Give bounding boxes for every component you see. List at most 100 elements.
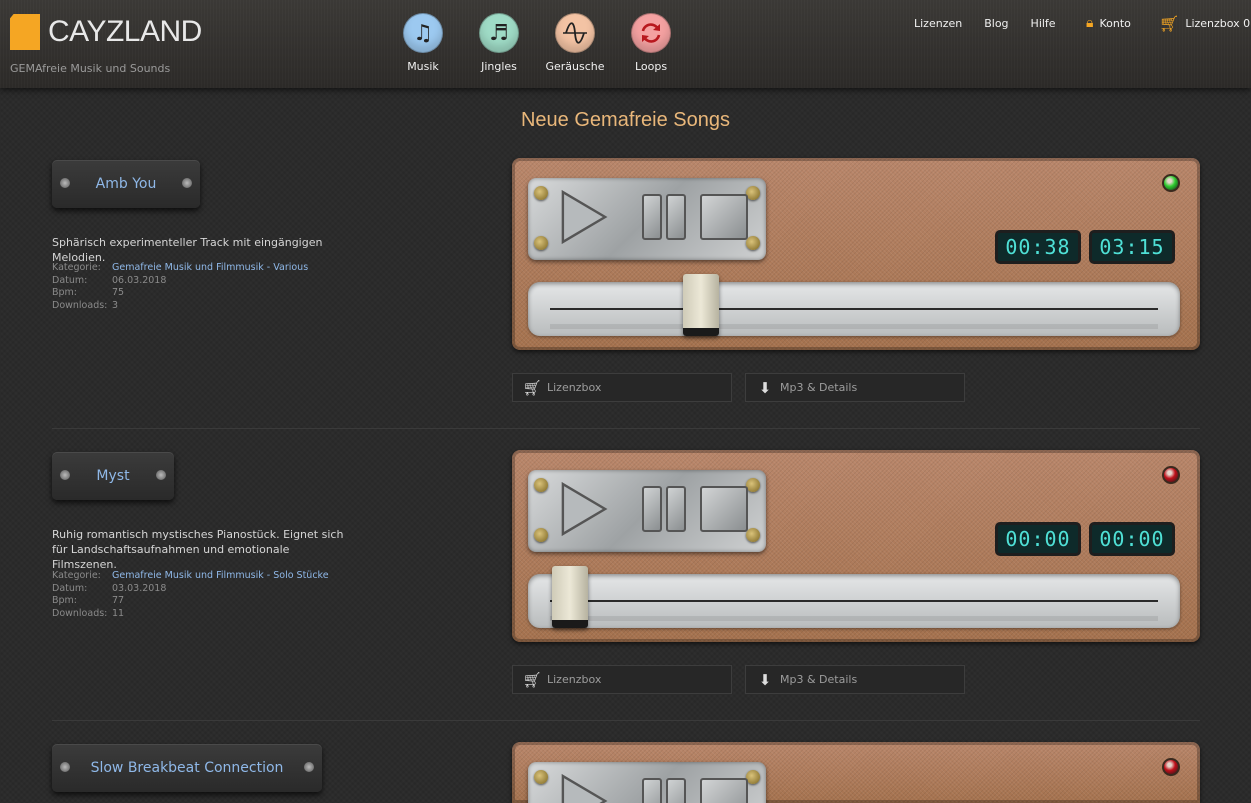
- pause-button[interactable]: [640, 192, 688, 242]
- play-button[interactable]: [560, 773, 608, 803]
- pause-button[interactable]: [640, 776, 688, 803]
- elapsed-time-display: 00:38: [995, 230, 1081, 264]
- screw-icon: [182, 178, 192, 188]
- page-title: Neue Gemafreie Songs: [520, 109, 730, 131]
- download-arrow-icon: ⬇: [758, 378, 772, 397]
- nav-hilfe[interactable]: Hilfe: [1031, 17, 1056, 30]
- nav-blog[interactable]: Blog: [984, 17, 1008, 30]
- wave-icon: [555, 13, 595, 53]
- play-icon: [561, 481, 608, 537]
- category-musik[interactable]: ♫ Musik: [385, 13, 461, 73]
- song-title-plate[interactable]: Myst: [52, 452, 174, 500]
- screw-icon: [534, 770, 548, 784]
- screw-icon: [304, 762, 314, 772]
- song-title: Amb You: [95, 176, 157, 192]
- meta-key: Datum:: [52, 274, 88, 286]
- cart-link[interactable]: 🛒︎ Lizenzbox 0: [1159, 14, 1250, 33]
- play-icon: [561, 773, 608, 803]
- play-button[interactable]: [560, 189, 608, 245]
- pause-bar: [666, 486, 686, 532]
- meta-downloads: 11: [112, 607, 125, 619]
- stop-icon: [700, 778, 748, 803]
- meta-key: Kategorie:: [52, 570, 101, 581]
- lizenzbox-button[interactable]: 🛒︎ Lizenzbox: [512, 665, 732, 694]
- meta-bpm: 77: [112, 595, 125, 606]
- elapsed-time-display: 00:00: [995, 522, 1081, 556]
- category-jingles[interactable]: ♬ Jingles: [461, 13, 537, 73]
- play-icon: [561, 189, 608, 245]
- logo-mark-icon: [10, 14, 40, 50]
- logo-text: CAYZLAND: [48, 15, 202, 48]
- category-link[interactable]: Gemafreie Musik und Filmmusik - Solo Stü…: [112, 570, 329, 583]
- category-label: Loops: [634, 60, 668, 73]
- screw-icon: [534, 528, 548, 542]
- slider-groove: [550, 616, 1158, 621]
- category-loops[interactable]: Loops: [613, 13, 689, 73]
- meta-key: Datum:: [52, 582, 88, 594]
- screw-icon: [534, 236, 548, 250]
- mp3-details-button[interactable]: ⬇ Mp3 & Details: [745, 373, 965, 402]
- account-link[interactable]: 🔒︎ Konto: [1086, 15, 1131, 31]
- slider-groove: [550, 324, 1158, 329]
- status-led: [1162, 466, 1180, 484]
- download-arrow-icon: ⬇: [758, 670, 772, 689]
- progress-slider[interactable]: [528, 566, 1180, 628]
- category-label: Jingles: [481, 60, 517, 73]
- nav-lizenzen[interactable]: Lizenzen: [914, 17, 962, 30]
- slider-thumb[interactable]: [552, 566, 588, 628]
- lizenzbox-label: Lizenzbox: [547, 381, 602, 394]
- song-title: Slow Breakbeat Connection: [90, 760, 284, 776]
- meta-bpm: 75: [112, 287, 125, 298]
- screw-icon: [60, 178, 70, 188]
- progress-slider[interactable]: [528, 274, 1180, 336]
- control-panel: [528, 762, 766, 803]
- stop-button[interactable]: [700, 484, 748, 534]
- mp3-details-label: Mp3 & Details: [780, 381, 858, 394]
- logo[interactable]: CAYZLAND: [10, 14, 202, 50]
- lizenzbox-button[interactable]: 🛒︎ Lizenzbox: [512, 373, 732, 402]
- slider-track: [550, 308, 1158, 310]
- pause-button[interactable]: [640, 484, 688, 534]
- meta-key: Kategorie:: [52, 262, 101, 273]
- slider-thumb[interactable]: [682, 274, 719, 336]
- control-panel: [528, 178, 766, 260]
- lizenzbox-label: Lizenzbox: [547, 673, 602, 686]
- screw-icon: [60, 762, 70, 772]
- lock-icon: 🔒︎: [1086, 15, 1094, 31]
- meta-date: 03.03.2018: [112, 582, 167, 594]
- stop-button[interactable]: [700, 192, 748, 242]
- cart-label: Lizenzbox 0: [1185, 17, 1251, 30]
- song-description: Ruhig romantisch mystisches Pianostück. …: [52, 528, 344, 571]
- category-geraeusche[interactable]: Geräusche: [537, 13, 613, 73]
- song-meta: Kategorie: Gemafreie Musik und Filmmusik …: [52, 570, 329, 620]
- song-title-plate[interactable]: Amb You: [52, 160, 200, 208]
- screw-icon: [534, 186, 548, 200]
- song-meta: Kategorie: Gemafreie Musik und Filmmusik …: [52, 262, 308, 312]
- mp3-details-label: Mp3 & Details: [780, 673, 858, 686]
- divider: [52, 720, 1200, 721]
- cart-icon: 🛒︎: [522, 670, 542, 689]
- meta-key: Downloads:: [52, 607, 108, 619]
- category-label: Geräusche: [545, 60, 605, 73]
- category-link[interactable]: Gemafreie Musik und Filmmusik - Various: [112, 262, 308, 275]
- screw-icon: [746, 236, 760, 250]
- song-title: Myst: [96, 468, 130, 484]
- stop-button[interactable]: [700, 776, 748, 803]
- meta-downloads: 3: [112, 299, 119, 311]
- divider: [52, 428, 1200, 429]
- pause-bar: [666, 194, 686, 240]
- mp3-details-button[interactable]: ⬇ Mp3 & Details: [745, 665, 965, 694]
- play-button[interactable]: [560, 481, 608, 537]
- slider-track: [550, 600, 1158, 602]
- audio-player: 00:00 00:00: [512, 450, 1200, 642]
- music-note-icon: ♫: [403, 13, 443, 53]
- screw-icon: [60, 470, 70, 480]
- screw-icon: [746, 186, 760, 200]
- category-nav: ♫ Musik ♬ Jingles Geräusche Loops: [385, 13, 689, 73]
- screw-icon: [156, 470, 166, 480]
- status-led: [1162, 758, 1180, 776]
- meta-key: Downloads:: [52, 299, 108, 311]
- song-title-plate[interactable]: Slow Breakbeat Connection: [52, 744, 322, 792]
- total-time-display: 00:00: [1089, 522, 1175, 556]
- screw-icon: [746, 478, 760, 492]
